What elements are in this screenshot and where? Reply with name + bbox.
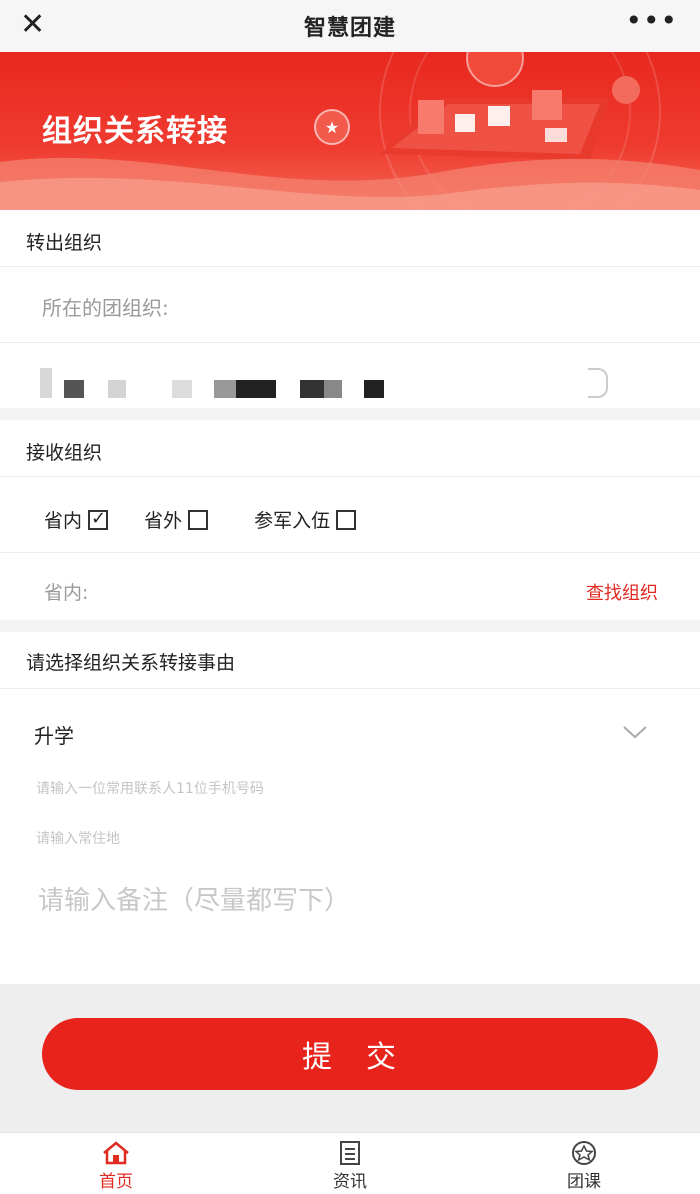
divider [0, 266, 700, 267]
home-icon [103, 1141, 129, 1165]
current-org-value[interactable] [40, 366, 610, 400]
current-org-label: 所在的团组织: [42, 296, 169, 320]
option-military[interactable]: 参军入伍 [254, 509, 357, 532]
tab-bar: 首页 资讯 团课 [0, 1132, 700, 1194]
tab-label: 团课 [567, 1172, 601, 1192]
banner: ★ 组织关系转接 [0, 52, 700, 210]
title-bar: ✕ 智慧团建 ••• [0, 0, 700, 52]
province-label: 省内: [44, 582, 89, 604]
submit-button[interactable]: 提 交 [42, 1018, 658, 1090]
option-out-province[interactable]: 省外 [144, 509, 214, 532]
receive-header: 接收组织 [26, 442, 103, 464]
tab-course[interactable]: 团课 [544, 1139, 624, 1192]
checkbox-icon[interactable] [336, 509, 357, 530]
option-label: 省外 [144, 510, 183, 532]
page-title: 组织关系转接 [42, 114, 228, 149]
window-title: 智慧团建 [303, 16, 396, 41]
reason-select-value[interactable]: 升学 [34, 720, 74, 749]
tab-home[interactable]: 首页 [76, 1139, 156, 1192]
reason-section: 请选择组织关系转接事由 [0, 632, 700, 984]
phone-input[interactable]: 请输入一位常用联系人11位手机号码 [36, 778, 264, 798]
course-icon [572, 1141, 596, 1165]
close-icon[interactable]: ✕ [20, 8, 45, 42]
divider [0, 552, 700, 553]
divider [0, 342, 700, 343]
divider [0, 688, 700, 689]
chevron-down-icon[interactable] [622, 724, 648, 740]
tab-label: 首页 [99, 1172, 133, 1192]
find-org-link[interactable]: 查找组织 [586, 579, 658, 605]
receive-options: 省内 省外 参军入伍 [44, 506, 357, 533]
more-options-icon[interactable]: ••• [625, 4, 678, 37]
option-in-province[interactable]: 省内 [44, 508, 114, 532]
divider [0, 476, 700, 477]
transfer-out-header: 转出组织 [26, 232, 103, 254]
svg-text:★: ★ [325, 118, 339, 137]
option-label: 省内 [44, 510, 83, 532]
submit-area: 提 交 [0, 984, 700, 1132]
address-input[interactable]: 请输入常住地 [36, 828, 120, 848]
checkbox-icon[interactable] [188, 509, 209, 530]
news-icon [340, 1141, 360, 1165]
option-label: 参军入伍 [254, 510, 331, 532]
tab-news[interactable]: 资讯 [310, 1139, 390, 1192]
checkbox-checked-icon[interactable] [88, 508, 109, 530]
remark-input[interactable]: 请输入备注（尽量都写下） [38, 880, 350, 917]
tab-label: 资讯 [333, 1172, 367, 1192]
reason-header: 请选择组织关系转接事由 [26, 652, 236, 674]
